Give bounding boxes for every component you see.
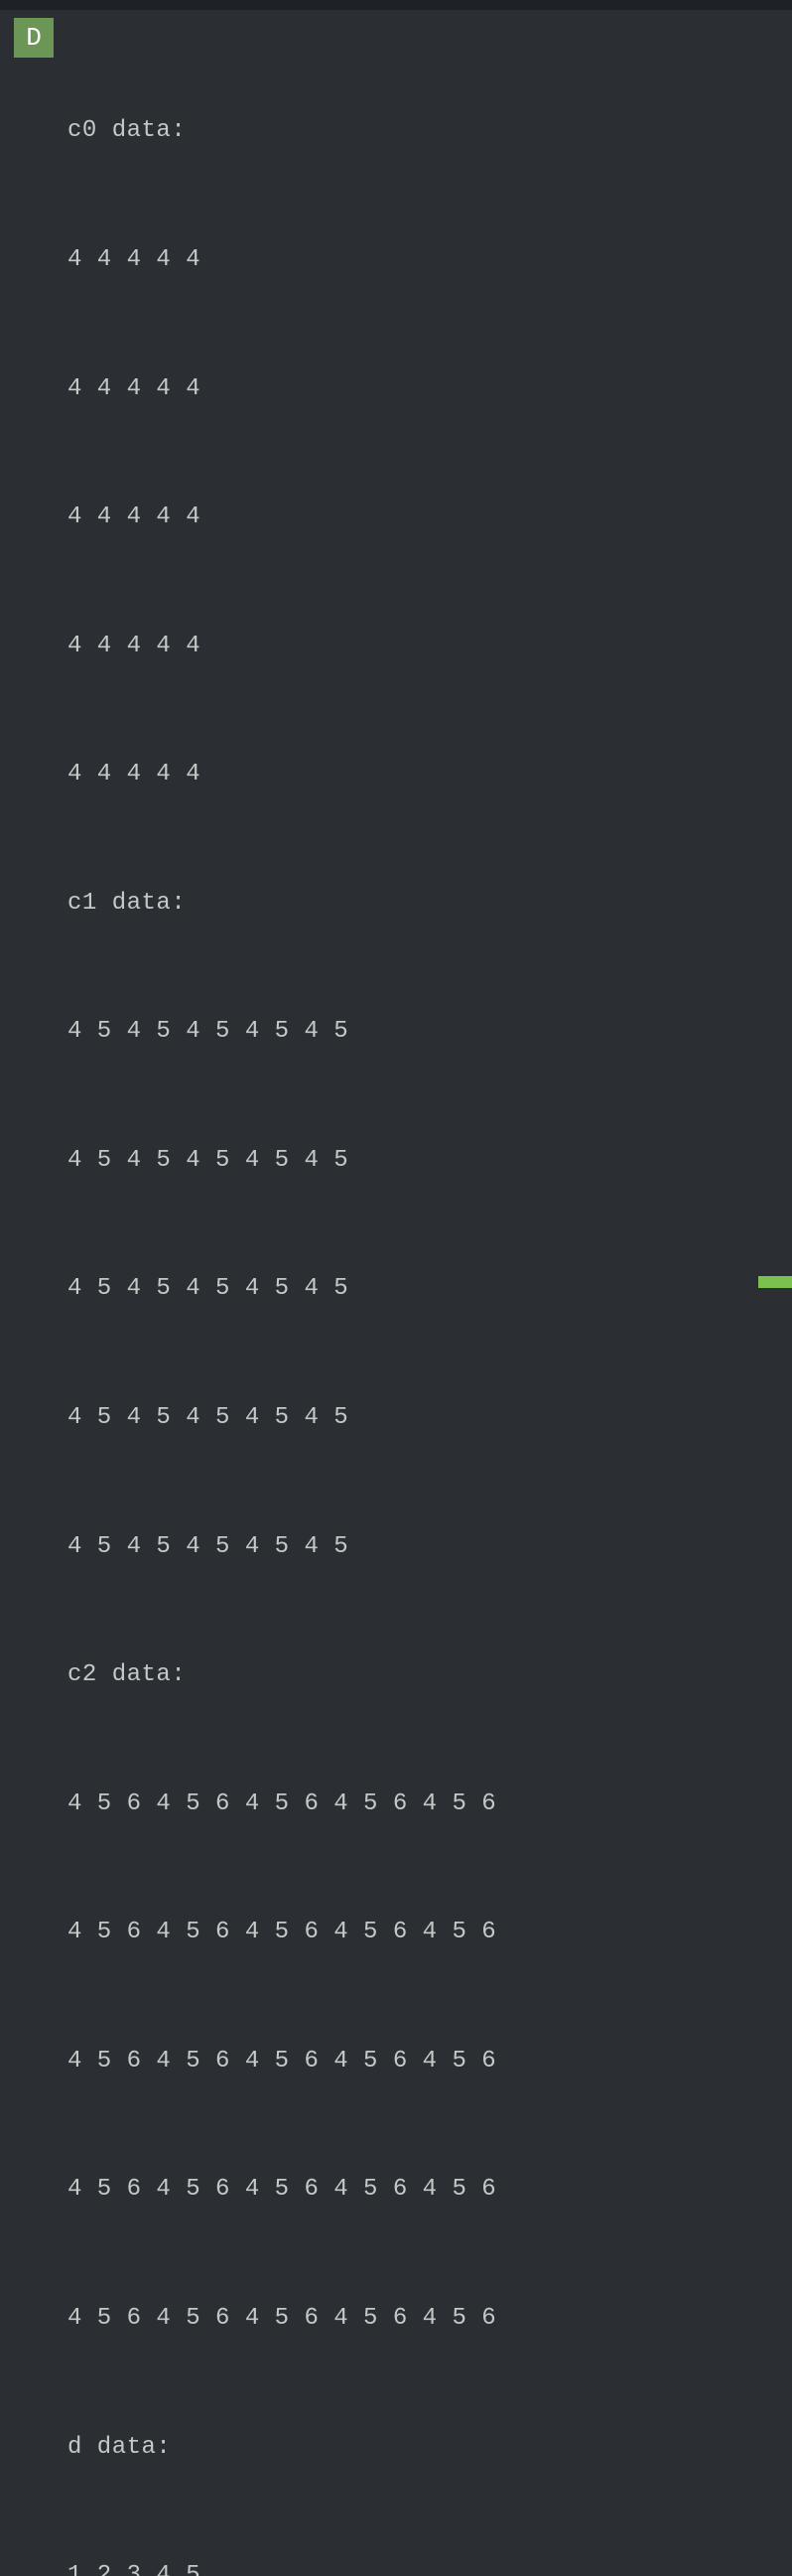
output-line: 4 4 4 4 4 <box>67 496 792 538</box>
output-line: 4 4 4 4 4 <box>67 238 792 281</box>
debug-badge[interactable]: D <box>14 18 54 58</box>
output-line: 4 5 4 5 4 5 4 5 4 5 <box>67 1139 792 1182</box>
output-line: c2 data: <box>67 1653 792 1696</box>
output-line: 4 5 6 4 5 6 4 5 6 4 5 6 4 5 6 <box>67 1783 792 1825</box>
output-line: 4 5 4 5 4 5 4 5 4 5 <box>67 1396 792 1439</box>
output-line: 4 4 4 4 4 <box>67 753 792 795</box>
output-line: d data: <box>67 2426 792 2469</box>
console-output: c0 data: 4 4 4 4 4 4 4 4 4 4 4 4 4 4 4 4… <box>67 18 792 2576</box>
output-line: 4 5 4 5 4 5 4 5 4 5 <box>67 1010 792 1053</box>
output-line: 4 5 4 5 4 5 4 5 4 5 <box>67 1267 792 1310</box>
output-line: c0 data: <box>67 109 792 152</box>
output-line: 4 5 6 4 5 6 4 5 6 4 5 6 4 5 6 <box>67 2168 792 2211</box>
gutter: D <box>0 18 67 2576</box>
corner-indicator <box>758 1276 792 1288</box>
output-line: 4 5 4 5 4 5 4 5 4 5 <box>67 1525 792 1568</box>
output-line: 4 4 4 4 4 <box>67 625 792 667</box>
output-line: 4 5 6 4 5 6 4 5 6 4 5 6 4 5 6 <box>67 1911 792 1953</box>
output-line: 4 5 6 4 5 6 4 5 6 4 5 6 4 5 6 <box>67 2040 792 2082</box>
output-line: 4 5 6 4 5 6 4 5 6 4 5 6 4 5 6 <box>67 2297 792 2340</box>
debug-badge-label: D <box>26 23 42 53</box>
output-line: c1 data: <box>67 882 792 925</box>
top-bar <box>0 0 792 10</box>
output-line: 4 4 4 4 4 <box>67 367 792 410</box>
content-container: D c0 data: 4 4 4 4 4 4 4 4 4 4 4 4 4 4 4… <box>0 10 792 2576</box>
output-line: 1 2 3 4 5 <box>67 2554 792 2576</box>
